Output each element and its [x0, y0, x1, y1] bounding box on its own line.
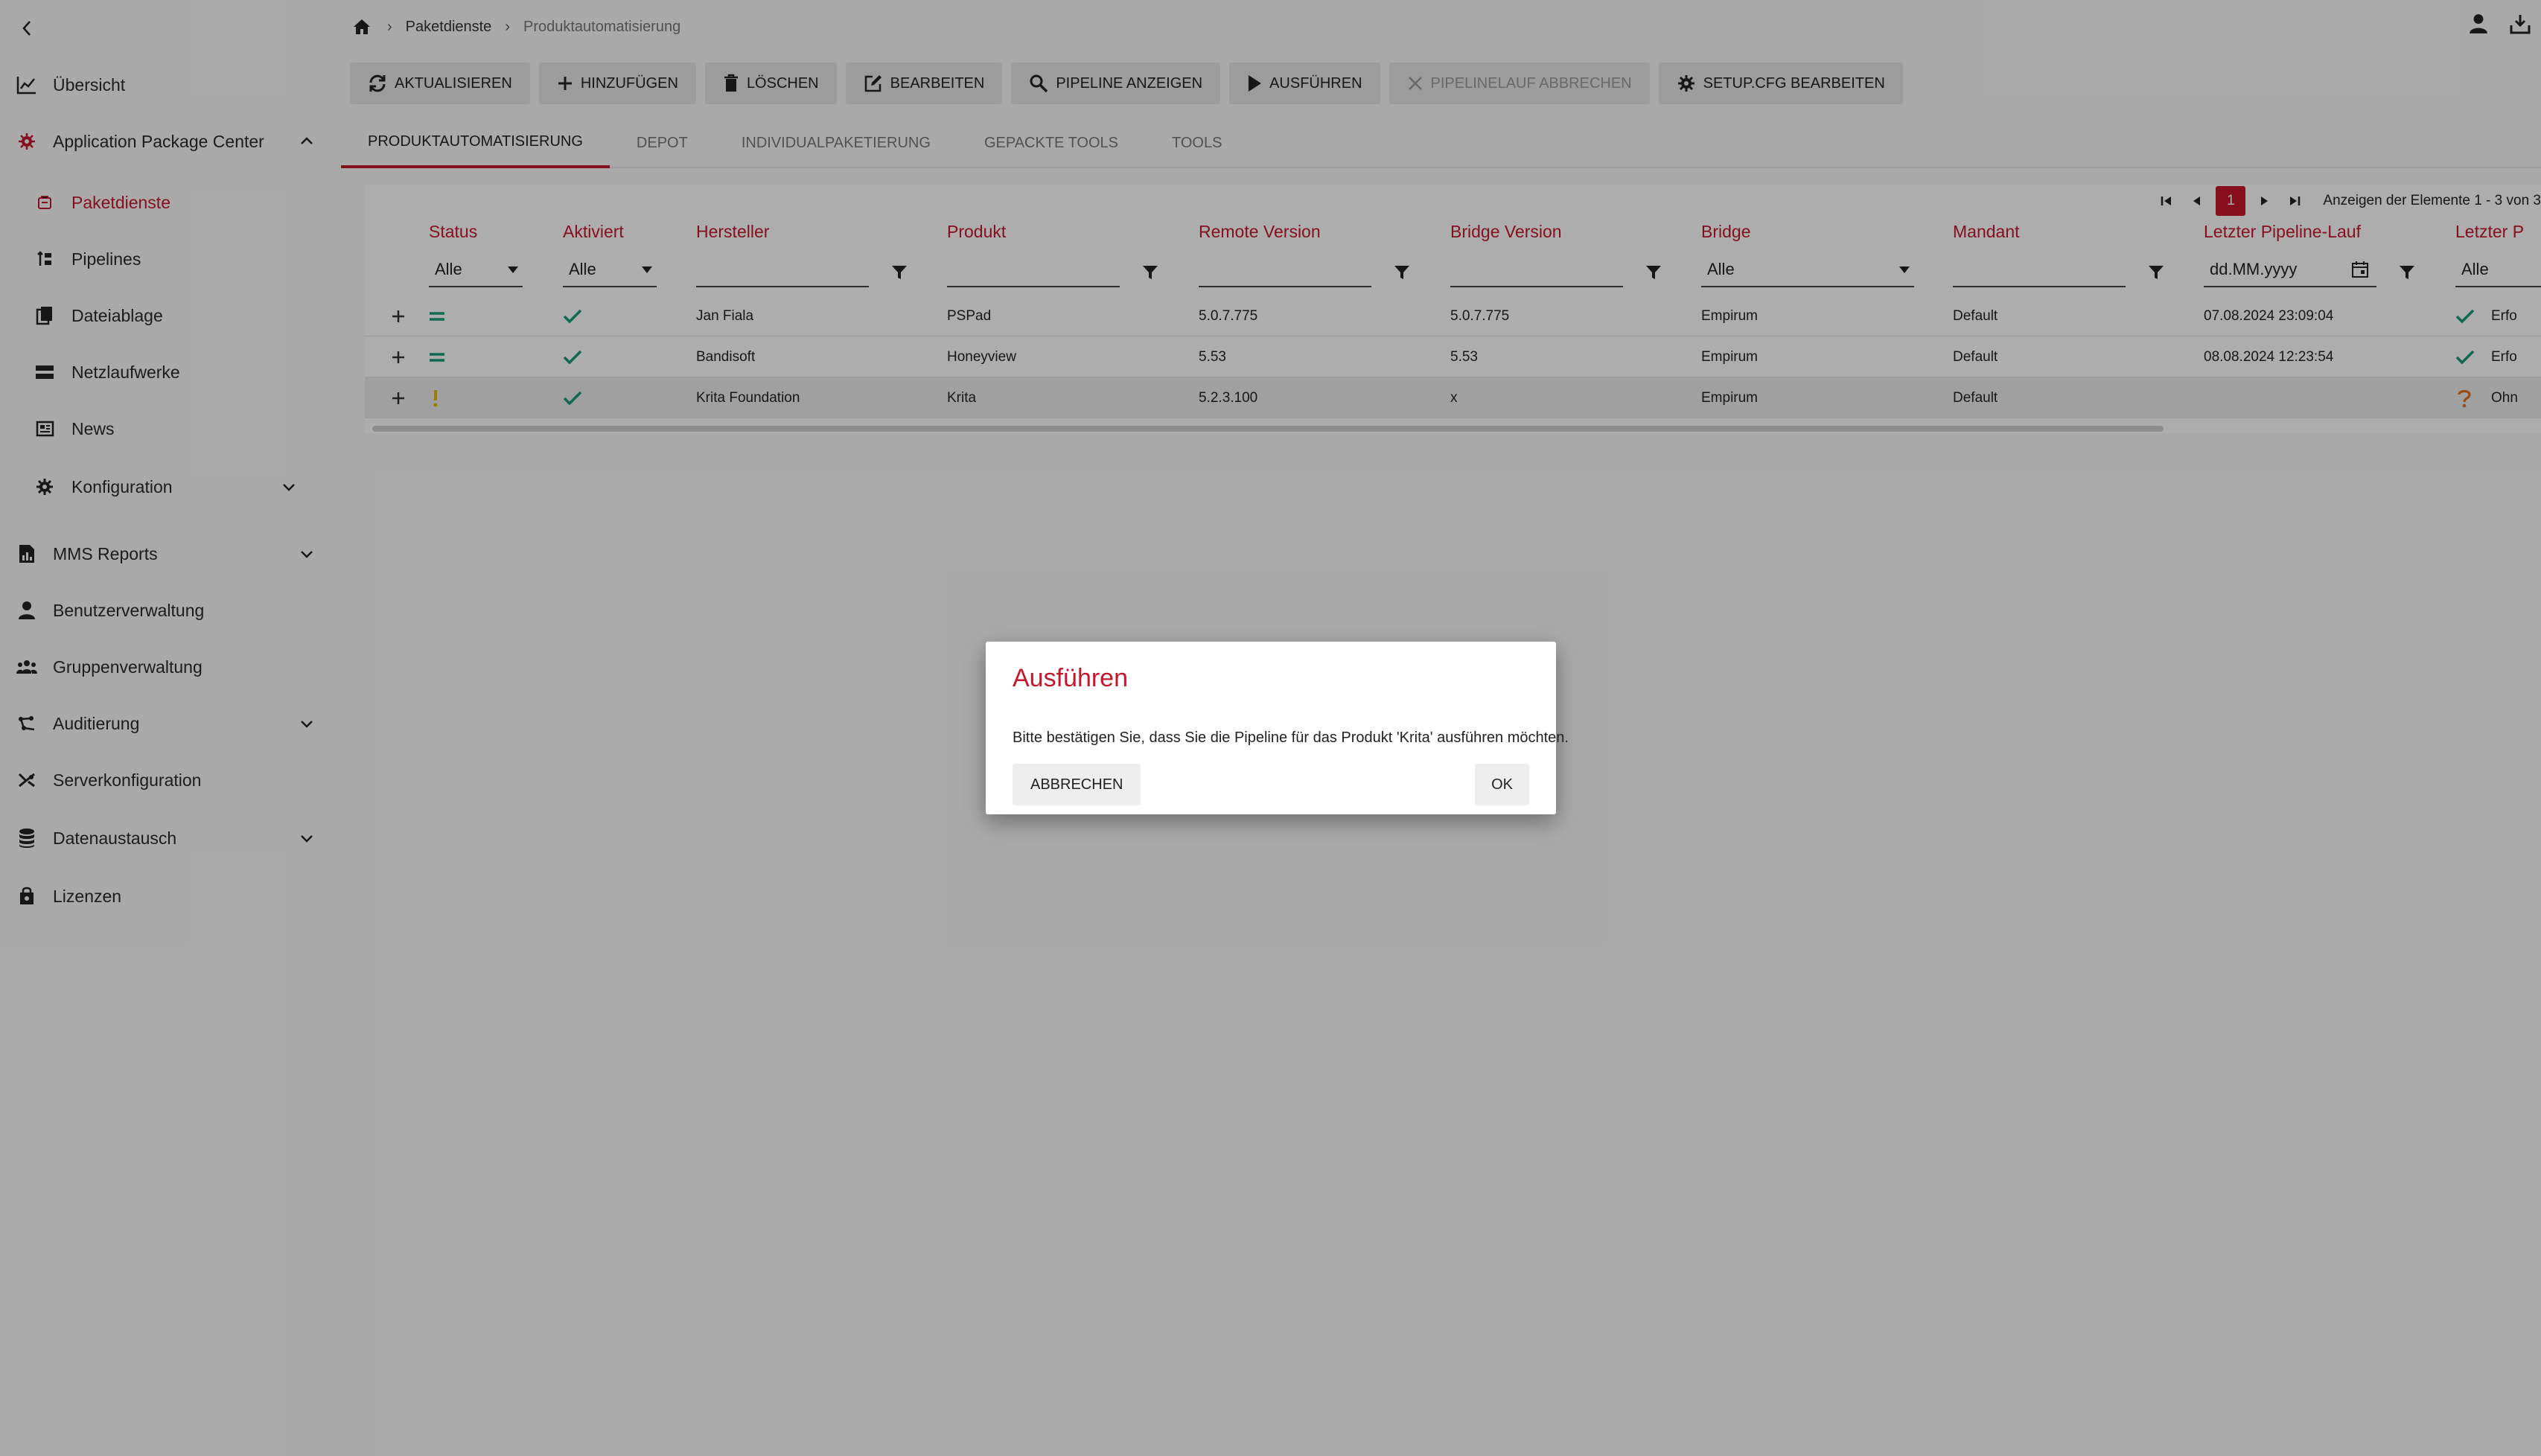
- dialog-ok-button[interactable]: OK: [1475, 764, 1529, 805]
- dialog-title: Ausführen: [1013, 664, 1128, 692]
- run-confirm-dialog: Ausführen Bitte bestätigen Sie, dass Sie…: [986, 642, 1569, 814]
- dialog-cancel-button[interactable]: ABBRECHEN: [1013, 764, 1141, 805]
- dialog-message: Bitte bestätigen Sie, dass Sie die Pipel…: [1013, 729, 1569, 746]
- app-window: Übersicht Application Package Center Pak…: [0, 0, 2541, 1456]
